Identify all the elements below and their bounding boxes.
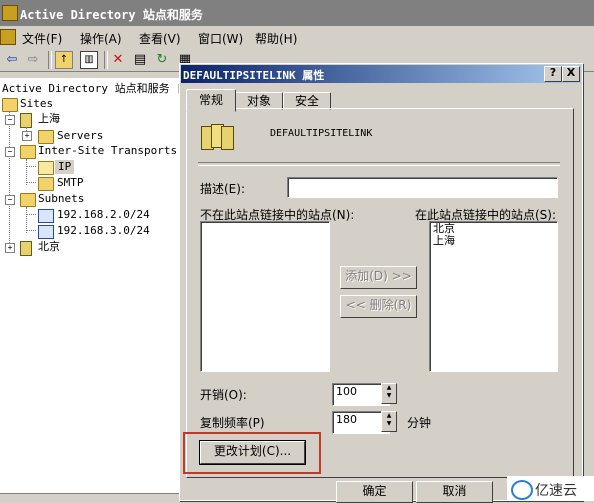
tab-general[interactable]: 常规 xyxy=(186,89,236,112)
spin-down-icon[interactable]: ▼ xyxy=(382,420,396,428)
delete-icon[interactable]: ✕ xyxy=(109,51,127,69)
collapse-icon[interactable]: − xyxy=(5,147,15,157)
expand-icon[interactable]: + xyxy=(5,243,15,253)
dialog-title-bar: DEFAULTIPSITELINK 属性 ? X xyxy=(181,65,581,83)
in-link-list[interactable]: 北京 上海 xyxy=(429,221,558,372)
menu-bar: 文件(F) 操作(A) 查看(V) 窗口(W) 帮助(H) xyxy=(0,26,594,48)
subnet-icon xyxy=(38,225,54,239)
highlight-box xyxy=(183,432,321,474)
list-item[interactable]: 上海 xyxy=(433,235,455,247)
tree-item-sites[interactable]: Sites xyxy=(20,97,53,111)
folder-icon xyxy=(2,98,18,112)
replicate-unit: 分钟 xyxy=(407,416,432,430)
up-icon[interactable]: ↑ xyxy=(55,51,73,69)
subnet-icon xyxy=(38,209,54,223)
tree-item-smtp[interactable]: SMTP xyxy=(57,176,84,190)
cloud-logo-icon xyxy=(511,480,533,500)
replicate-label: 复制频率(P) xyxy=(200,416,265,430)
object-name: DEFAULTIPSITELINK xyxy=(270,128,373,139)
main-window-title: Active Directory 站点和服务 xyxy=(20,8,203,22)
folder-icon xyxy=(20,193,36,207)
watermark: 亿速云 xyxy=(507,476,594,501)
cancel-button[interactable]: 取消 xyxy=(416,481,493,503)
folder-icon xyxy=(20,145,36,159)
tree-item-subnet-2[interactable]: 192.168.3.0/24 xyxy=(57,224,150,238)
description-input[interactable] xyxy=(287,177,558,198)
site-icon xyxy=(20,113,32,128)
dialog-title: DEFAULTIPSITELINK 属性 xyxy=(183,69,325,82)
cost-label: 开销(O): xyxy=(200,388,247,402)
site-link-icon xyxy=(201,122,234,150)
tree-item-beijing[interactable]: 北京 xyxy=(38,240,60,254)
ok-button[interactable]: 确定 xyxy=(336,481,413,503)
main-title-bar: Active Directory 站点和服务 xyxy=(0,0,594,26)
collapse-icon[interactable]: − xyxy=(5,195,15,205)
not-in-link-list[interactable] xyxy=(200,221,330,372)
menu-window[interactable]: 窗口(W) xyxy=(198,30,243,47)
tree-item-subnet-1[interactable]: 192.168.2.0/24 xyxy=(57,208,150,222)
tree-root[interactable]: Active Directory 站点和服务 [s xyxy=(2,82,189,96)
spin-up-icon[interactable]: ▲ xyxy=(382,412,396,420)
system-menu-icon[interactable] xyxy=(0,29,16,45)
replicate-spinner[interactable]: ▲ ▼ xyxy=(381,411,397,432)
menu-view[interactable]: 查看(V) xyxy=(139,30,181,47)
collapse-icon[interactable]: − xyxy=(5,115,15,125)
folder-icon xyxy=(38,177,54,191)
cost-spinner[interactable]: ▲ ▼ xyxy=(381,383,397,404)
site-icon xyxy=(20,241,32,256)
tree-item-shanghai[interactable]: 上海 xyxy=(38,112,60,126)
tree-item-subnets[interactable]: Subnets xyxy=(38,192,84,206)
add-button[interactable]: 添加(D) >> xyxy=(340,266,417,289)
menu-action[interactable]: 操作(A) xyxy=(80,30,122,47)
close-button[interactable]: X xyxy=(562,66,580,82)
show-tree-icon[interactable]: ▥ xyxy=(80,51,98,69)
spin-down-icon[interactable]: ▼ xyxy=(382,392,396,400)
menu-help[interactable]: 帮助(H) xyxy=(255,30,297,47)
forward-icon[interactable]: ⇨ xyxy=(24,51,42,69)
folder-icon xyxy=(38,130,54,144)
refresh-icon[interactable]: ↻ xyxy=(153,51,171,69)
help-button[interactable]: ? xyxy=(544,66,562,82)
remove-button[interactable]: << 删除(R) xyxy=(340,295,417,318)
tree-item-ip[interactable]: IP xyxy=(55,160,75,174)
back-icon[interactable]: ⇦ xyxy=(3,51,21,69)
menu-file[interactable]: 文件(F) xyxy=(22,30,62,47)
tree-item-inter-site-transports[interactable]: Inter-Site Transports xyxy=(38,144,177,158)
properties-icon[interactable]: ▤ xyxy=(131,51,149,69)
description-label: 描述(E): xyxy=(200,182,245,196)
watermark-text: 亿速云 xyxy=(535,483,577,499)
app-icon xyxy=(2,5,18,21)
console-tree: Active Directory 站点和服务 [s Sites − 上海 + S… xyxy=(0,78,189,493)
expand-icon[interactable]: + xyxy=(22,131,32,141)
spin-up-icon[interactable]: ▲ xyxy=(382,384,396,392)
folder-open-icon xyxy=(38,161,54,175)
tree-item-servers[interactable]: Servers xyxy=(57,129,103,143)
